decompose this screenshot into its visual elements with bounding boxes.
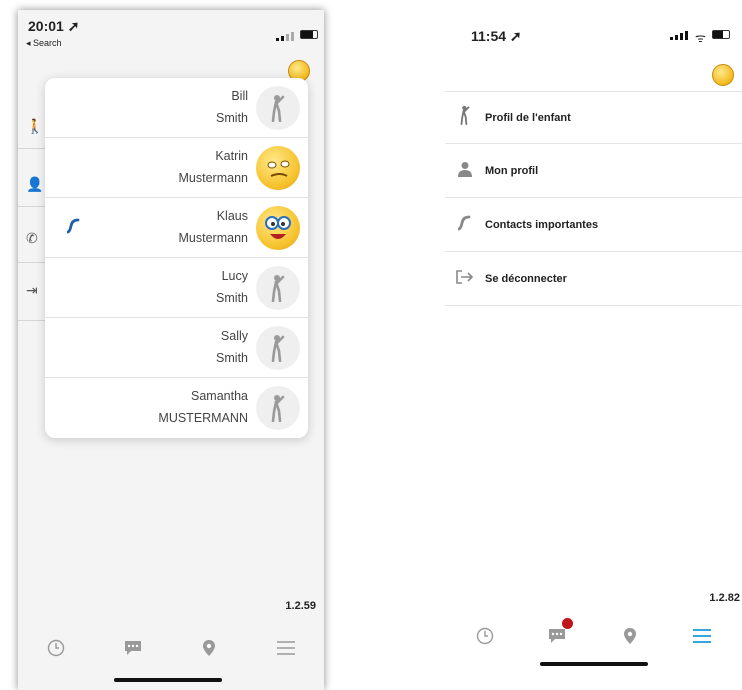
stick-figure-icon [256,86,300,130]
signal-icon [670,31,688,40]
phone-icon [445,215,485,236]
contact-row[interactable]: Bill Smith [45,78,308,138]
home-indicator [114,678,222,682]
right-phone-screen: 11:54 ➚ ᯤ Profil de l'enfant Mon profil … [445,14,742,684]
logout-icon: ⇥ [26,282,38,298]
status-bar: 20:01 ➚ ◂ Search [18,10,324,50]
child-icon [445,105,485,130]
chat-icon [549,629,566,643]
menu-item-label: Profil de l'enfant [485,111,571,124]
menu-item-my-profile[interactable]: Mon profil [445,145,742,198]
chat-icon [124,641,141,655]
status-bar: 11:54 ➚ ᯤ [445,14,742,54]
menu-item-important-contacts[interactable]: Contacts importantes [445,199,742,252]
phone-icon: ✆ [26,230,38,246]
stick-figure-icon [256,386,300,430]
tab-menu[interactable] [266,633,306,663]
menu-icon [692,629,711,643]
status-time: 11:54 ➚ [471,28,522,44]
clock-icon [476,627,494,645]
notification-badge [562,618,574,629]
location-icon [203,640,216,656]
contact-name: Klaus Mustermann [178,209,248,245]
tab-location[interactable] [610,621,650,651]
home-indicator [540,662,648,666]
tab-bar [18,630,324,666]
tab-location[interactable] [189,633,229,663]
contact-picker-popup: Bill Smith Katrin Mustermann Klaus Musterma… [45,78,308,438]
contact-row[interactable]: Klaus Mustermann [45,198,308,258]
menu-item-label: Contacts importantes [485,219,599,231]
contact-name: Samantha MUSTERMANN [158,389,248,425]
contact-name: Sally Smith [216,329,248,365]
divider [18,148,46,149]
tab-messages[interactable] [113,633,153,663]
divider [18,320,46,321]
user-icon: 👤 [26,176,44,192]
contact-name: Lucy Smith [216,269,248,305]
contact-name: Bill Smith [216,89,248,125]
menu-item-child-profile[interactable]: Profil de l'enfant [445,91,742,144]
child-icon: 🚶 [26,118,44,134]
divider [18,262,46,263]
logout-icon [445,269,485,289]
contact-row[interactable]: Lucy Smith [45,258,308,318]
profile-avatar[interactable] [712,64,734,86]
location-icon [623,628,636,644]
left-phone-screen: 20:01 ➚ ◂ Search 🚶 👤 ✆ ⇥ Bill Smith Katri… [18,10,324,690]
menu-item-label: Se déconnecter [485,273,567,285]
contact-row[interactable]: Samantha MUSTERMANN [45,378,308,438]
tab-menu[interactable] [682,621,722,651]
status-time: 20:01 ➚ [28,18,80,34]
emoji-icon [256,206,300,250]
contact-name: Katrin Mustermann [178,149,248,185]
stick-figure-icon [256,266,300,310]
tab-history[interactable] [36,633,76,663]
menu-item-logout[interactable]: Se déconnecter [445,253,742,306]
user-icon [445,161,485,182]
battery-icon [300,30,318,39]
wifi-icon: ᯤ [695,31,706,45]
contact-row[interactable]: Katrin Mustermann [45,138,308,198]
clock-icon [48,639,65,657]
back-to-search-link[interactable]: ◂ Search [26,38,62,49]
emoji-icon [256,146,300,190]
divider [18,206,46,207]
app-version: 1.2.59 [285,600,316,612]
battery-icon [712,30,730,39]
signal-icon [276,32,294,41]
tab-messages[interactable] [537,618,577,651]
app-version: 1.2.82 [709,592,740,604]
tab-bar [445,618,742,654]
tab-history[interactable] [465,621,505,651]
menu-icon [276,641,295,655]
menu-item-label: Mon profil [485,165,539,177]
contact-row[interactable]: Sally Smith [45,318,308,378]
stick-figure-icon [256,326,300,370]
call-icon[interactable] [67,218,81,234]
